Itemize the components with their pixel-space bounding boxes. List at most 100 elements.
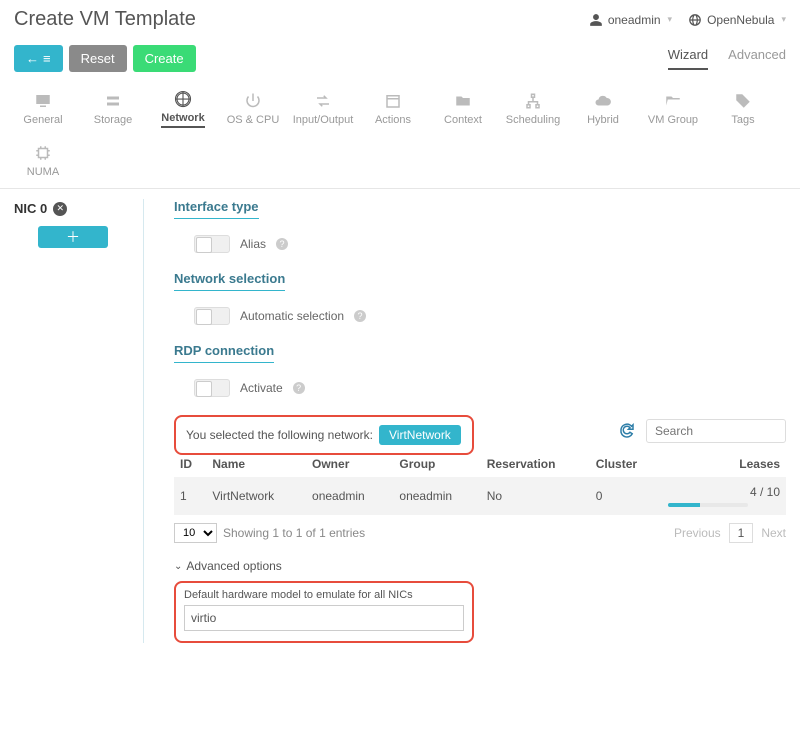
tab-actions[interactable]: Actions xyxy=(358,84,428,138)
tab-label: Network xyxy=(161,112,204,128)
tab-label: General xyxy=(23,114,62,126)
tab-label: Hybrid xyxy=(587,114,619,126)
advanced-options-toggle[interactable]: ⌄ Advanced options xyxy=(174,559,786,573)
tab-label: NUMA xyxy=(27,166,59,178)
cell-reservation: No xyxy=(481,477,590,515)
tab-io[interactable]: Input/Output xyxy=(288,84,358,138)
lease-bar xyxy=(668,503,748,507)
tab-general[interactable]: General xyxy=(8,84,78,138)
section-network-selection: Network selection xyxy=(174,271,285,291)
reset-button[interactable]: Reset xyxy=(69,45,127,72)
refresh-icon[interactable] xyxy=(618,421,636,442)
tab-label: Tags xyxy=(731,114,754,126)
section-interface-type: Interface type xyxy=(174,199,259,219)
pager-prev[interactable]: Previous xyxy=(674,526,721,540)
calendar-icon xyxy=(384,92,402,110)
tab-scheduling[interactable]: Scheduling xyxy=(498,84,568,138)
nic-label: NIC 0 xyxy=(14,201,47,216)
caret-down-icon: ▾ xyxy=(668,14,673,25)
cell-group: oneadmin xyxy=(393,477,480,515)
tab-oscpu[interactable]: OS & CPU xyxy=(218,84,288,138)
network-table: ID Name Owner Group Reservation Cluster … xyxy=(174,451,786,515)
globe-icon xyxy=(688,13,702,27)
tab-numa[interactable]: NUMA xyxy=(8,138,78,188)
section-rdp: RDP connection xyxy=(174,343,274,363)
tab-hybrid[interactable]: Hybrid xyxy=(568,84,638,138)
list-icon: ≡ xyxy=(43,51,51,66)
tab-label: Input/Output xyxy=(293,114,354,126)
caret-down-icon: ▾ xyxy=(781,14,786,25)
selected-network-chip: VirtNetwork xyxy=(379,425,461,445)
cell-name: VirtNetwork xyxy=(206,477,306,515)
page-size-select[interactable]: 10 xyxy=(174,523,217,543)
auto-selection-toggle[interactable] xyxy=(194,307,230,325)
default-model-callout: Default hardware model to emulate for al… xyxy=(174,581,474,643)
alias-toggle[interactable] xyxy=(194,235,230,253)
monitor-icon xyxy=(34,92,52,110)
brand-menu[interactable]: OpenNebula ▾ xyxy=(688,13,786,27)
cell-cluster: 0 xyxy=(590,477,662,515)
th-id[interactable]: ID xyxy=(174,451,206,477)
user-menu[interactable]: oneadmin ▾ xyxy=(589,13,672,27)
pager-next[interactable]: Next xyxy=(761,526,786,540)
tab-label: Context xyxy=(444,114,482,126)
cell-id: 1 xyxy=(174,477,206,515)
default-model-label: Default hardware model to emulate for al… xyxy=(184,589,464,601)
help-icon[interactable]: ? xyxy=(276,238,288,250)
lease-text: 4 / 10 xyxy=(750,485,780,499)
th-name[interactable]: Name xyxy=(206,451,306,477)
th-group[interactable]: Group xyxy=(393,451,480,477)
tab-label: VM Group xyxy=(648,114,698,126)
th-leases[interactable]: Leases xyxy=(662,451,786,477)
plus-icon: ＋ xyxy=(66,227,80,247)
selected-network-prefix: You selected the following network: xyxy=(186,428,373,442)
tab-label: OS & CPU xyxy=(227,114,280,126)
nic-item-0[interactable]: NIC 0 ✕ xyxy=(14,201,143,216)
section-tabs: General Storage Network OS & CPU Input/O… xyxy=(0,76,800,189)
th-reservation[interactable]: Reservation xyxy=(481,451,590,477)
tab-network[interactable]: Network xyxy=(148,84,218,138)
showing-text: Showing 1 to 1 of 1 entries xyxy=(223,526,365,540)
tab-context[interactable]: Context xyxy=(428,84,498,138)
user-name: oneadmin xyxy=(608,13,661,27)
default-model-input[interactable] xyxy=(184,605,464,631)
alias-label: Alias xyxy=(240,237,266,251)
cell-owner: oneadmin xyxy=(306,477,393,515)
pager-current[interactable]: 1 xyxy=(729,523,754,543)
chip-icon xyxy=(34,144,52,162)
advanced-options-label: Advanced options xyxy=(186,559,281,573)
storage-icon xyxy=(104,92,122,110)
auto-selection-label: Automatic selection xyxy=(240,309,344,323)
tab-wizard[interactable]: Wizard xyxy=(668,47,708,70)
rdp-activate-label: Activate xyxy=(240,381,283,395)
help-icon[interactable]: ? xyxy=(354,310,366,322)
back-button[interactable]: ← ≡ xyxy=(14,45,63,72)
cloud-icon xyxy=(594,92,612,110)
tab-storage[interactable]: Storage xyxy=(78,84,148,138)
io-icon xyxy=(314,92,332,110)
help-icon[interactable]: ? xyxy=(293,382,305,394)
cell-leases: 4 / 10 xyxy=(662,477,786,515)
page-title: Create VM Template xyxy=(14,8,196,31)
rdp-toggle[interactable] xyxy=(194,379,230,397)
th-owner[interactable]: Owner xyxy=(306,451,393,477)
add-nic-button[interactable]: ＋ xyxy=(38,226,108,248)
network-icon xyxy=(174,90,192,108)
tab-advanced[interactable]: Advanced xyxy=(728,47,786,70)
th-cluster[interactable]: Cluster xyxy=(590,451,662,477)
tags-icon xyxy=(734,92,752,110)
folder-icon xyxy=(454,92,472,110)
chevron-down-icon: ⌄ xyxy=(174,561,182,572)
table-row[interactable]: 1 VirtNetwork oneadmin oneadmin No 0 4 /… xyxy=(174,477,786,515)
back-arrow-icon: ← xyxy=(26,51,39,66)
user-icon xyxy=(589,13,603,27)
create-button[interactable]: Create xyxy=(133,45,196,72)
tab-vmgroup[interactable]: VM Group xyxy=(638,84,708,138)
sitemap-icon xyxy=(524,92,542,110)
tab-tags[interactable]: Tags xyxy=(708,84,778,138)
tab-label: Scheduling xyxy=(506,114,560,126)
brand-name: OpenNebula xyxy=(707,13,774,27)
search-input[interactable] xyxy=(646,419,786,443)
remove-nic-icon[interactable]: ✕ xyxy=(53,202,67,216)
tab-label: Actions xyxy=(375,114,411,126)
